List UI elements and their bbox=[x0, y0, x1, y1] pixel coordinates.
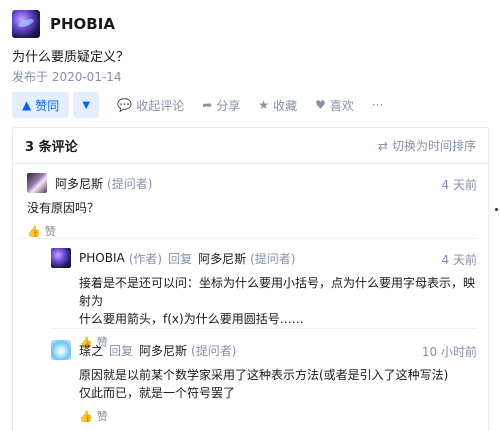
collect-label: 收藏 bbox=[273, 98, 298, 113]
share-label: 分享 bbox=[216, 98, 241, 113]
comment-body-line: 什么要用箭头，f(x)为什么要用圆括号…… bbox=[79, 312, 304, 326]
comment-icon: 💬 bbox=[117, 98, 133, 112]
reply-word: 回复 bbox=[109, 343, 134, 358]
star-icon: ★ bbox=[258, 98, 270, 112]
comment-head: 阿多尼斯 (提问者) 4 天前 bbox=[27, 173, 477, 193]
comments-panel: 3 条评论 ⇄ 切换为时间排序 阿多尼斯 (提问者) 4 天前 没有原因吗？ 👍… bbox=[12, 127, 489, 431]
like-button[interactable]: ♥ 喜欢 bbox=[315, 97, 354, 114]
author-row: PHOBIA bbox=[12, 10, 115, 38]
comment-like-button[interactable]: 👍 赞 bbox=[79, 408, 477, 424]
collapse-comments-label: 收起评论 bbox=[136, 98, 185, 113]
heart-icon: ♥ bbox=[315, 98, 326, 112]
divider bbox=[51, 328, 477, 329]
commenter-name[interactable]: 瑹之 bbox=[79, 342, 103, 359]
more-button[interactable]: ··· bbox=[372, 98, 383, 112]
comment-time: 10 小时前 bbox=[421, 345, 477, 359]
triangle-down-icon: ▼ bbox=[82, 99, 91, 111]
question-text: 为什么要质疑定义？ bbox=[12, 50, 130, 65]
sort-toggle-label: 切换为时间排序 bbox=[391, 139, 476, 153]
reply-to-tag: (提问者) bbox=[250, 251, 296, 266]
author-avatar[interactable] bbox=[12, 10, 40, 38]
collect-button[interactable]: ★ 收藏 bbox=[258, 97, 297, 114]
comment-head: 瑹之 回复 阿多尼斯 (提问者) 10 小时前 bbox=[51, 340, 477, 360]
collapse-comments-button[interactable]: 💬 收起评论 bbox=[117, 97, 184, 114]
commenter-avatar[interactable] bbox=[51, 340, 71, 360]
swap-icon: ⇄ bbox=[377, 138, 388, 153]
comments-count: 3 条评论 bbox=[25, 140, 78, 155]
share-icon: ➦ bbox=[202, 98, 213, 112]
commenter-name[interactable]: PHOBIA bbox=[79, 251, 125, 265]
commenter-avatar[interactable] bbox=[51, 248, 71, 268]
reply-to-tag: (提问者) bbox=[191, 343, 237, 358]
reply-word: 回复 bbox=[168, 251, 193, 266]
thumbs-up-icon: 👍 bbox=[27, 224, 41, 238]
comment-body: 原因就是以前某个数学家采用了这种表示方法(或者是引入了这种写法) 仅此而已，就是… bbox=[79, 366, 477, 402]
triangle-up-icon: ▲ bbox=[22, 98, 32, 112]
sort-toggle[interactable]: ⇄ 切换为时间排序 bbox=[378, 137, 476, 154]
comment-item: 阿多尼斯 (提问者) 4 天前 没有原因吗？ 👍 赞 bbox=[27, 173, 477, 239]
divider bbox=[27, 238, 477, 239]
comment-body: 接着是不是还可以问：坐标为什么要用小括号，点为什么要用字母表示，映射为 什么要用… bbox=[79, 274, 477, 328]
share-button[interactable]: ➦ 分享 bbox=[202, 97, 240, 114]
comment-body: 没有原因吗？ bbox=[27, 201, 100, 215]
comment-body-line: 仅此而已，就是一个符号罢了 bbox=[79, 386, 236, 400]
reply-to-name[interactable]: 阿多尼斯 bbox=[139, 342, 187, 359]
action-bar: ▲ 赞同 ▼ 💬 收起评论 ➦ 分享 ★ 收藏 ♥ 喜欢 ··· bbox=[12, 92, 383, 118]
more-icon: ··· bbox=[371, 98, 384, 112]
vote-up-button[interactable]: ▲ 赞同 bbox=[12, 92, 70, 118]
comment-like-label: 赞 bbox=[96, 410, 108, 423]
comment-like-button[interactable]: 👍 赞 bbox=[27, 223, 477, 239]
comment-body-line: 接着是不是还可以问：坐标为什么要用小括号，点为什么要用字母表示，映射为 bbox=[79, 276, 476, 308]
author-name[interactable]: PHOBIA bbox=[50, 15, 115, 33]
commenter-tag: (作者) bbox=[128, 251, 163, 266]
comment-like-label: 赞 bbox=[44, 225, 56, 238]
comment-body-line: 原因就是以前某个数学家采用了这种表示方法(或者是引入了这种写法) bbox=[79, 368, 449, 382]
comment-item: PHOBIA (作者) 回复 阿多尼斯 (提问者) 4 天前 接着是不是还可以问… bbox=[51, 248, 477, 350]
like-label: 喜欢 bbox=[329, 98, 354, 113]
commenter-name[interactable]: 阿多尼斯 bbox=[55, 175, 103, 192]
vote-down-button[interactable]: ▼ bbox=[73, 92, 100, 118]
scroll-marker bbox=[495, 208, 498, 211]
vote-up-label: 赞同 bbox=[35, 98, 60, 113]
reply-to-name[interactable]: 阿多尼斯 bbox=[198, 250, 246, 267]
commenter-avatar[interactable] bbox=[27, 173, 47, 193]
publish-date: 发布于 2020-01-14 bbox=[12, 70, 122, 84]
comment-time: 4 天前 bbox=[441, 253, 477, 267]
comment-time: 4 天前 bbox=[441, 178, 477, 192]
commenter-tag: (提问者) bbox=[107, 176, 153, 191]
comments-header: 3 条评论 ⇄ 切换为时间排序 bbox=[13, 128, 488, 164]
comment-head: PHOBIA (作者) 回复 阿多尼斯 (提问者) 4 天前 bbox=[51, 248, 477, 268]
thumbs-up-icon: 👍 bbox=[79, 409, 93, 423]
comment-item: 瑹之 回复 阿多尼斯 (提问者) 10 小时前 原因就是以前某个数学家采用了这种… bbox=[51, 340, 477, 424]
